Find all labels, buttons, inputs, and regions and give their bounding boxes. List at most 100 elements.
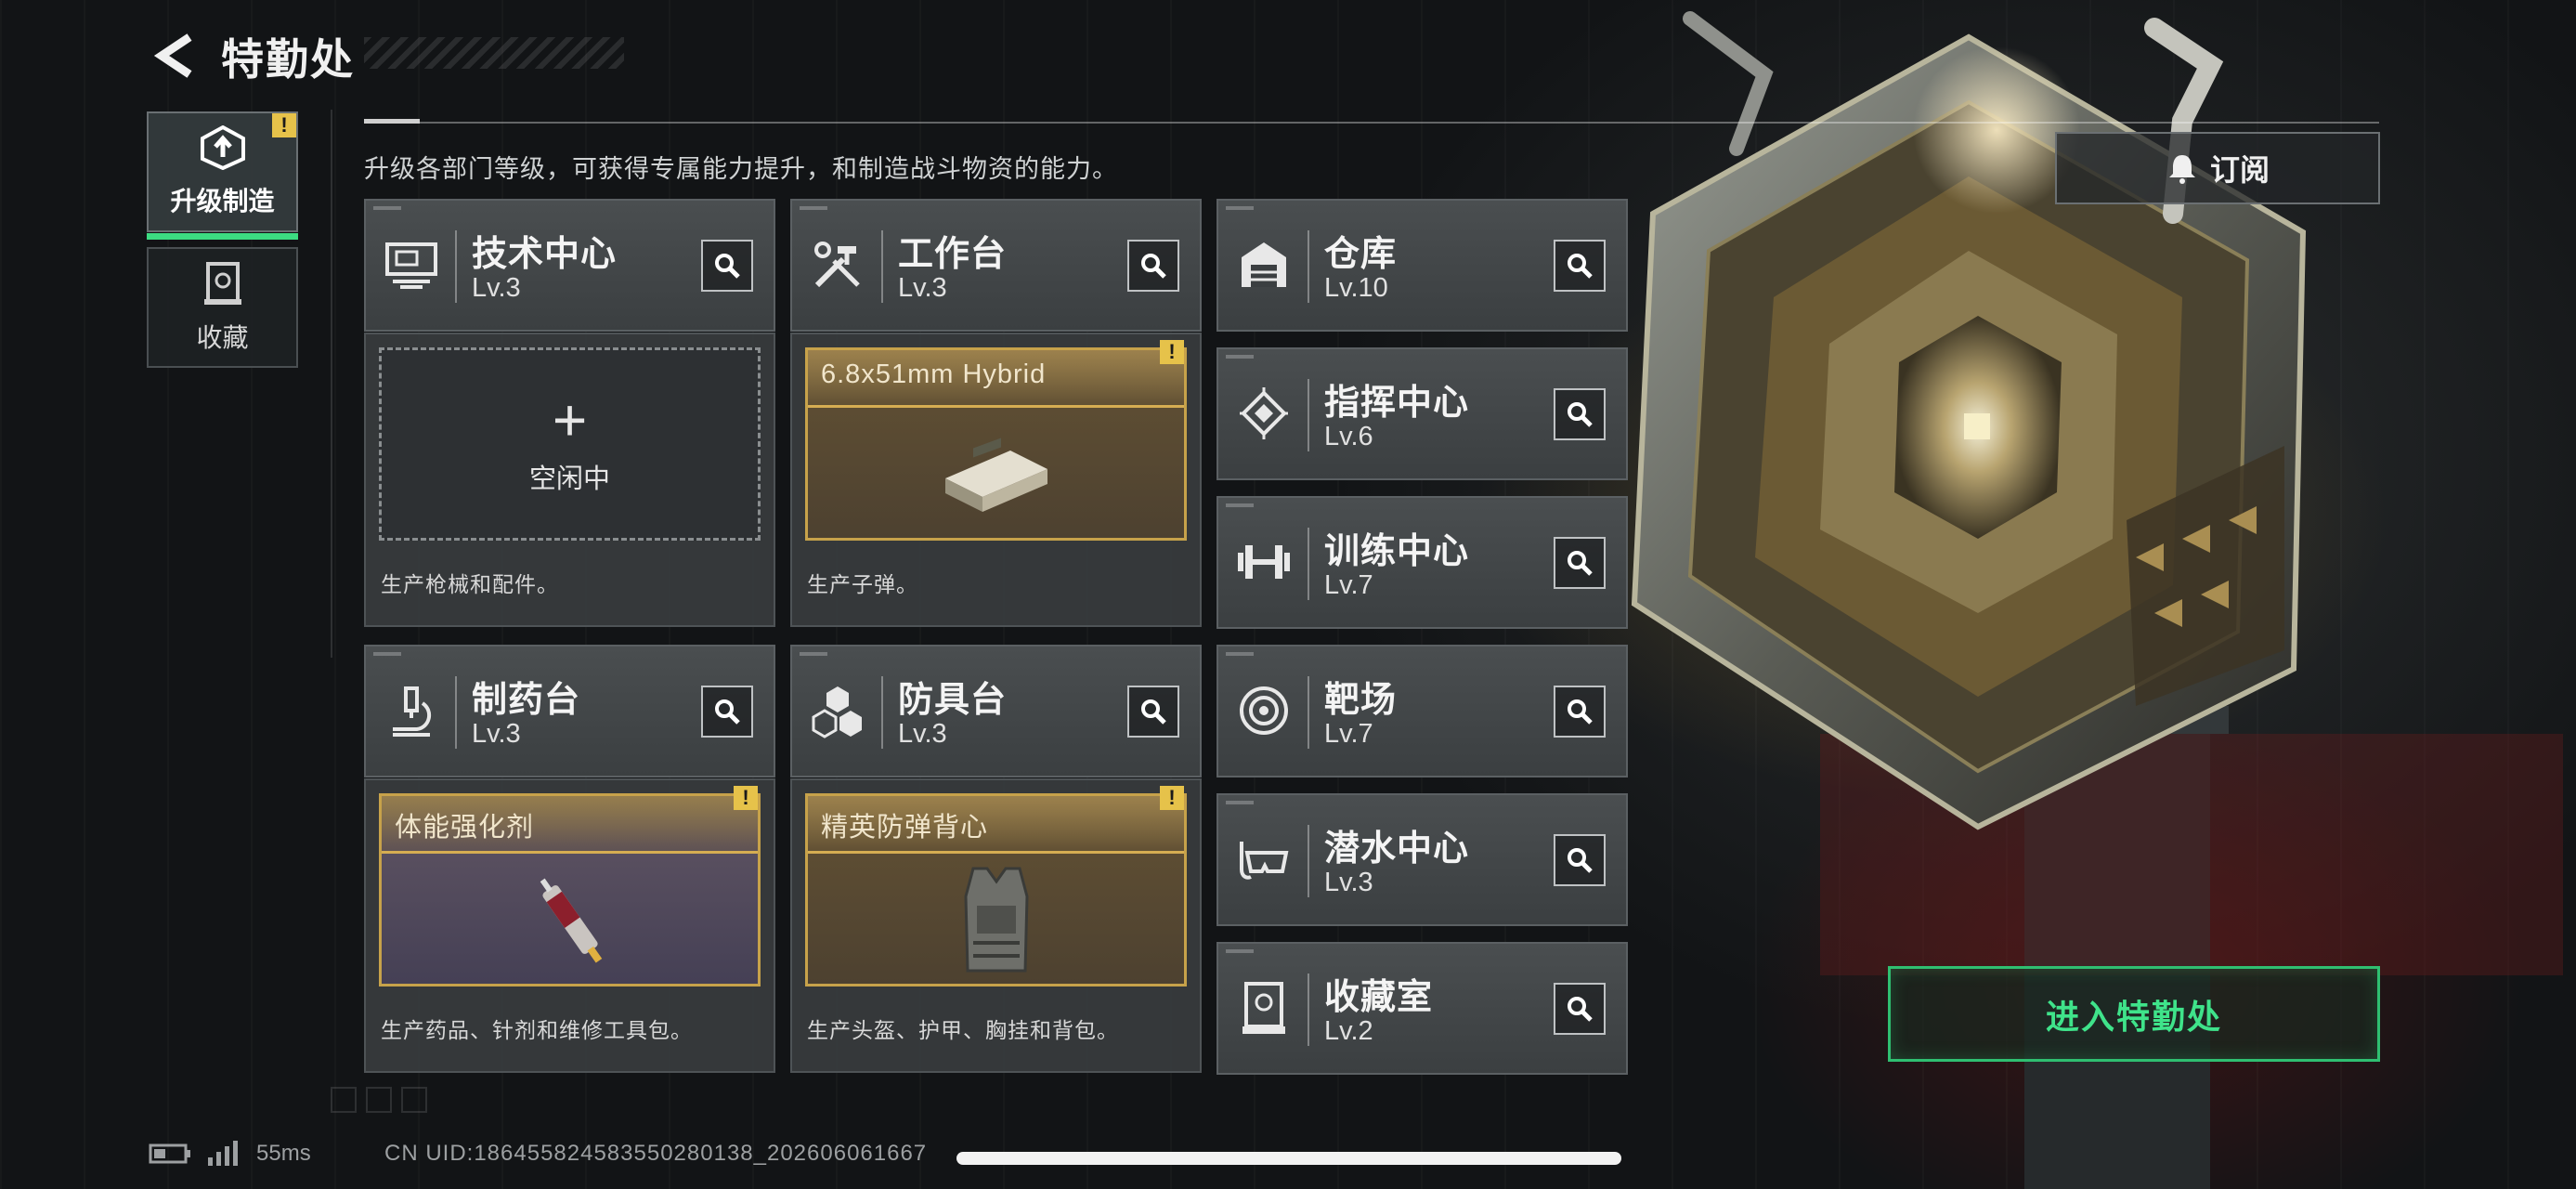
search-icon [1568,848,1593,873]
card-separator [455,230,457,303]
production-description: 生产药品、针剂和维修工具包。 [381,1018,693,1042]
facility-card-armor-bench[interactable]: 防具台 Lv.3 [790,645,1202,777]
target-icon [1233,680,1295,741]
facility-name: 工作台 [898,235,1008,274]
ammo-box-item-image [808,410,1184,538]
card-separator [1308,230,1309,303]
back-chevron-icon [153,33,192,78]
facility-name: 收藏室 [1324,978,1434,1017]
facility-name: 靶场 [1324,681,1398,720]
trophy-case-icon [1233,977,1295,1039]
search-icon [1568,254,1593,279]
facility-name: 防具台 [898,681,1008,720]
tab-label: 升级制造 [170,187,275,216]
card-separator [881,230,883,303]
search-icon [715,699,740,725]
search-icon [715,254,740,279]
tab-collection[interactable]: 收藏 [147,247,298,368]
status-bar: 55ms [149,1141,311,1167]
facility-card-training-center[interactable]: 训练中心 Lv.7 [1216,496,1628,629]
production-panel-tech: + 空闲中 生产枪械和配件。 [364,333,775,627]
facility-name: 技术中心 [472,235,618,274]
production-slot-empty[interactable]: + 空闲中 [379,347,761,541]
collection-icon [203,262,241,305]
facility-name: 制药台 [472,681,581,720]
intro-text: 升级各部门等级，可获得专属能力提升，和制造战斗物资的能力。 [364,155,1118,183]
title-decoration [364,37,624,69]
card-separator [1308,825,1309,897]
page-title: 特勤处 [221,35,355,84]
search-icon [1568,551,1593,576]
production-panel-workbench: 6.8x51mm Hybrid ! 生产子弹。 [790,333,1202,627]
item-name: 6.8x51mm Hybrid [821,359,1047,389]
facility-level: Lv.3 [472,273,521,303]
enter-button-label: 进入特勤处 [2045,997,2222,1036]
search-button[interactable] [1127,686,1179,738]
add-icon: + [552,386,588,453]
facility-card-pharmacy[interactable]: 制药台 Lv.3 [364,645,775,777]
card-separator [455,676,457,749]
subscribe-button[interactable]: 订阅 [2055,132,2380,204]
facility-level: Lv.10 [1324,273,1388,303]
search-icon [1141,699,1166,725]
card-separator [1308,379,1309,451]
header-rule [364,119,2379,124]
facility-card-command-center[interactable]: 指挥中心 Lv.6 [1216,347,1628,480]
alert-badge: ! [1160,340,1184,364]
production-slot-item[interactable]: 体能强化剂 [379,793,761,986]
facility-card-warehouse[interactable]: 仓库 Lv.10 [1216,199,1628,332]
facility-card-shooting-range[interactable]: 靶场 Lv.7 [1216,645,1628,777]
bell-icon [2168,155,2195,184]
facility-card-tech-center[interactable]: 技术中心 Lv.3 [364,199,775,332]
production-slot-item[interactable]: 精英防弹背心 [805,793,1187,986]
diving-mask-icon [1233,829,1295,890]
card-separator [881,676,883,749]
search-button[interactable] [701,240,753,292]
facility-card-collection-room[interactable]: 收藏室 Lv.2 [1216,942,1628,1075]
search-icon [1141,254,1166,279]
search-button[interactable] [1554,537,1606,589]
search-button[interactable] [1554,834,1606,886]
syringe-item-image [382,856,758,984]
enter-special-ops-button[interactable]: 进入特勤处 [1888,966,2380,1062]
search-icon [1568,997,1593,1022]
sidebar-divider [331,110,332,658]
search-icon [1568,699,1593,725]
back-button[interactable] [147,28,202,84]
item-name: 体能强化剂 [395,813,535,843]
search-button[interactable] [1554,388,1606,440]
idle-status: 空闲中 [528,464,610,494]
search-button[interactable] [1554,240,1606,292]
tools-icon [807,234,868,295]
ping-value: 55ms [256,1141,311,1166]
facility-card-workbench[interactable]: 工作台 Lv.3 [790,199,1202,332]
production-description: 生产头盔、护甲、胸挂和背包。 [807,1018,1119,1042]
production-slot-item[interactable]: 6.8x51mm Hybrid [805,347,1187,541]
computer-icon [381,234,442,295]
signal-icon [208,1141,238,1166]
facility-level: Lv.3 [1324,868,1373,897]
alert-badge: ! [1160,786,1184,810]
facility-name: 潜水中心 [1324,830,1470,869]
card-separator [1308,528,1309,600]
card-separator [1308,676,1309,749]
home-indicator[interactable] [956,1152,1621,1165]
facility-name: 指挥中心 [1324,384,1470,423]
battery-icon [149,1143,190,1164]
dumbbell-icon [1233,531,1295,593]
facility-name: 仓库 [1324,235,1398,274]
production-description: 生产枪械和配件。 [381,572,559,596]
facility-card-diving-center[interactable]: 潜水中心 Lv.3 [1216,793,1628,926]
alert-badge: ! [734,786,758,810]
search-button[interactable] [1127,240,1179,292]
upgrade-hex-icon [200,125,245,170]
search-button[interactable] [1554,983,1606,1035]
facility-level: Lv.3 [472,719,521,749]
search-button[interactable] [1554,686,1606,738]
alert-badge: ! [272,113,296,137]
chip-icon [1233,383,1295,444]
search-button[interactable] [701,686,753,738]
production-panel-pharmacy: 体能强化剂 ! 生产药品、针剂和维修工具包。 [364,778,775,1073]
cubes-icon [807,680,868,741]
tab-upgrade-craft[interactable]: 升级制造 ! [147,111,298,240]
